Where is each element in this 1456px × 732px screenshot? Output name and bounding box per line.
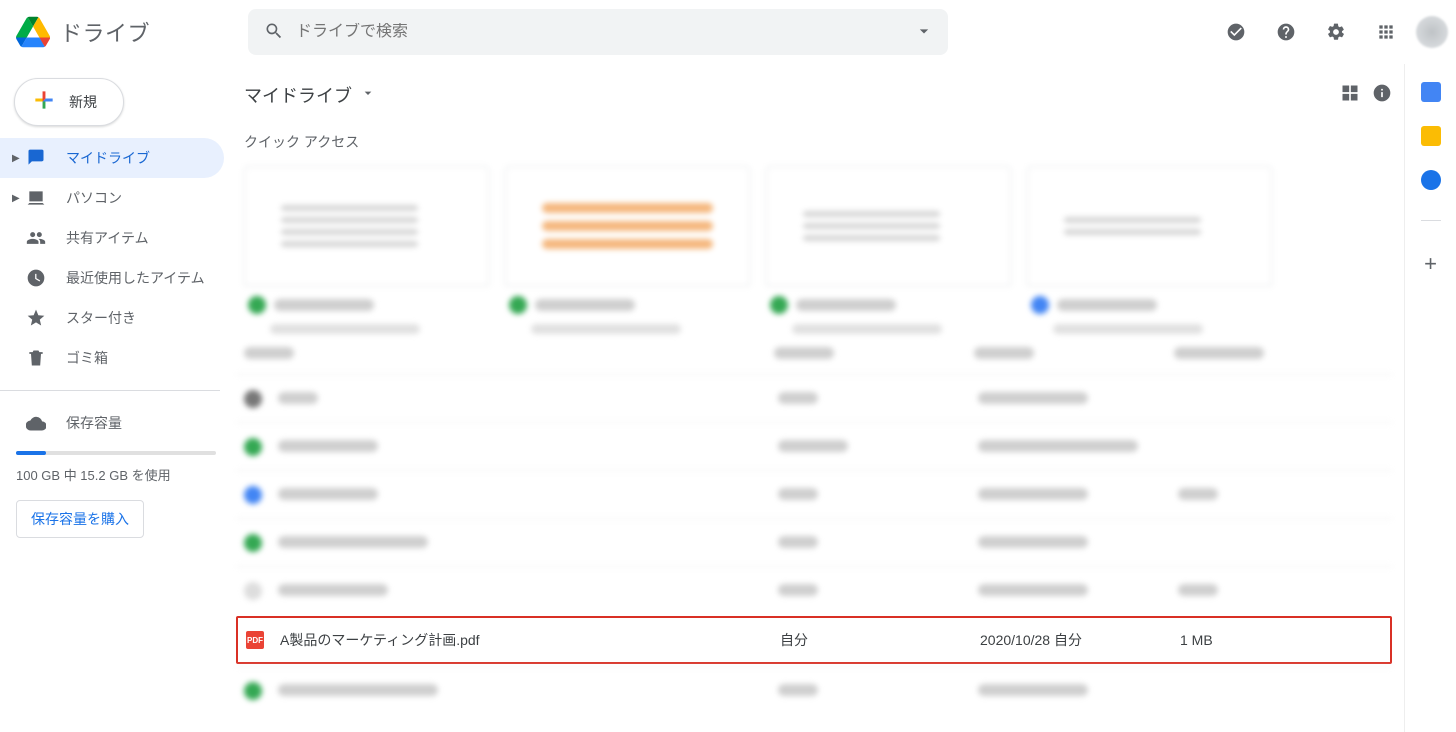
nav-storage[interactable]: 保存容量 <box>0 403 232 443</box>
sidebar: 新規 ▶マイドライブ ▶パソコン 共有アイテム 最近使用したアイテム スター付き… <box>0 64 232 732</box>
account-avatar[interactable] <box>1416 16 1448 48</box>
quick-access <box>236 166 1392 334</box>
nav-recent[interactable]: 最近使用したアイテム <box>0 258 232 298</box>
nav-starred[interactable]: スター付き <box>0 298 232 338</box>
drive-logo-icon <box>16 15 50 49</box>
help-icon[interactable] <box>1266 12 1306 52</box>
nav-shared[interactable]: 共有アイテム <box>0 218 232 258</box>
file-row-highlighted[interactable]: PDF A製品のマーケティング計画.pdf 自分 2020/10/28 自分 1… <box>236 616 1392 664</box>
pdf-icon: PDF <box>246 631 264 649</box>
file-row[interactable] <box>236 374 1392 422</box>
my-drive-icon <box>24 148 48 168</box>
file-row[interactable] <box>236 518 1392 566</box>
plus-icon <box>31 87 57 117</box>
new-button-label: 新規 <box>69 92 97 112</box>
main-content: マイドライブ クイック アクセス <box>232 64 1404 732</box>
cloud-icon <box>24 413 48 433</box>
calendar-addon-icon[interactable] <box>1421 82 1441 102</box>
buy-storage-button[interactable]: 保存容量を購入 <box>16 500 144 538</box>
search-bar[interactable] <box>248 9 948 55</box>
search-icon <box>264 21 284 44</box>
quick-card[interactable] <box>766 166 1011 334</box>
storage-bar <box>16 451 216 455</box>
file-row[interactable] <box>236 422 1392 470</box>
quick-card[interactable] <box>244 166 489 334</box>
settings-gear-icon[interactable] <box>1316 12 1356 52</box>
recent-icon <box>24 268 48 288</box>
quick-access-title: クイック アクセス <box>244 132 1392 152</box>
keep-addon-icon[interactable] <box>1421 126 1441 146</box>
file-owner: 自分 <box>780 630 980 650</box>
list-header <box>236 334 1392 374</box>
star-icon <box>24 308 48 328</box>
file-list: PDF A製品のマーケティング計画.pdf 自分 2020/10/28 自分 1… <box>236 374 1392 714</box>
file-row[interactable] <box>236 666 1392 714</box>
grid-view-icon[interactable] <box>1340 83 1360 108</box>
computers-icon <box>24 188 48 208</box>
search-input[interactable] <box>296 23 914 41</box>
apps-grid-icon[interactable] <box>1366 12 1406 52</box>
quick-card[interactable] <box>505 166 750 334</box>
info-icon[interactable] <box>1372 83 1392 108</box>
logo-area[interactable]: ドライブ <box>16 15 248 49</box>
quick-card[interactable] <box>1027 166 1272 334</box>
tasks-addon-icon[interactable] <box>1421 170 1441 190</box>
file-row[interactable] <box>236 470 1392 518</box>
trash-icon <box>24 348 48 368</box>
nav-computers[interactable]: ▶パソコン <box>0 178 232 218</box>
nav-trash[interactable]: ゴミ箱 <box>0 338 232 378</box>
offline-ready-icon[interactable] <box>1216 12 1256 52</box>
side-panel: + <box>1404 64 1456 732</box>
file-row[interactable] <box>236 566 1392 614</box>
header: ドライブ <box>0 0 1456 64</box>
nav-my-drive[interactable]: ▶マイドライブ <box>0 138 224 178</box>
file-size: 1 MB <box>1180 632 1390 648</box>
search-options-icon[interactable] <box>914 21 934 44</box>
shared-icon <box>24 228 48 248</box>
file-name: A製品のマーケティング計画.pdf <box>280 630 780 650</box>
breadcrumb[interactable]: マイドライブ <box>236 74 1392 112</box>
file-date: 2020/10/28 自分 <box>980 630 1180 650</box>
add-addon-icon[interactable]: + <box>1424 251 1437 277</box>
storage-text: 100 GB 中 15.2 GB を使用 <box>16 465 216 484</box>
product-name: ドライブ <box>60 16 150 48</box>
chevron-down-icon <box>360 85 376 106</box>
new-button[interactable]: 新規 <box>14 78 124 126</box>
